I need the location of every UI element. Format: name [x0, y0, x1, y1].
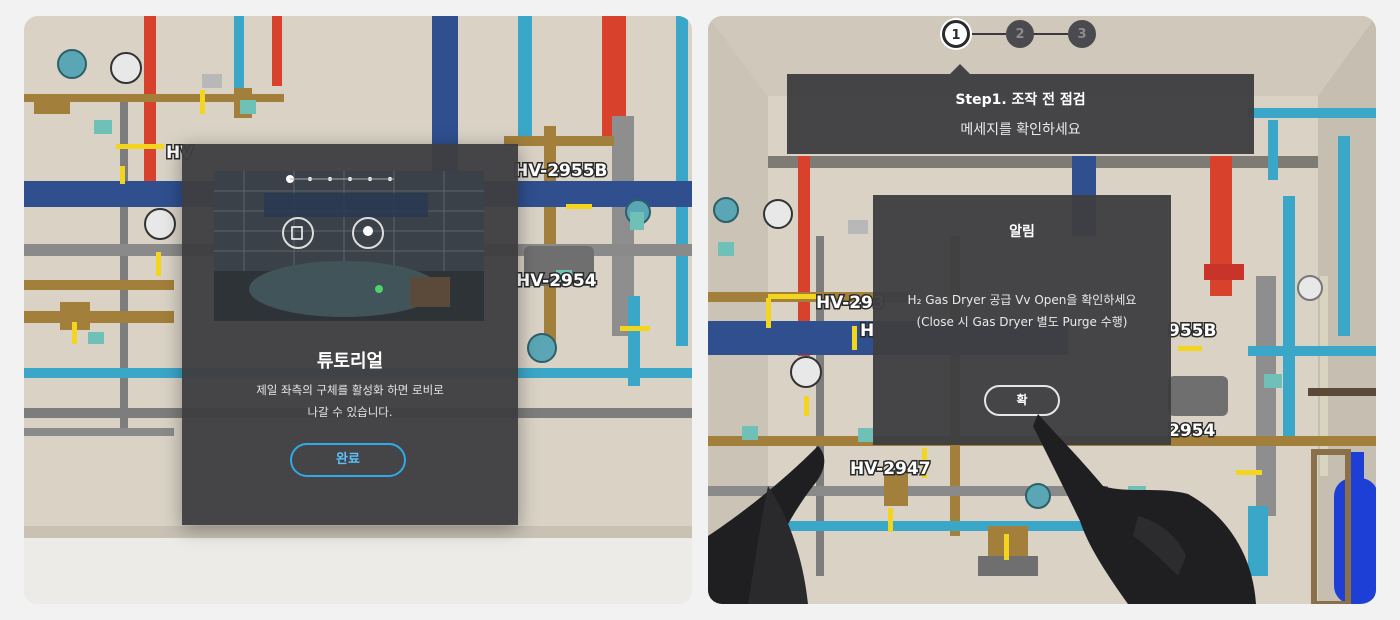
step-3-dot: 3: [1068, 20, 1096, 48]
tutorial-description: 제일 좌측의 구체를 활성화 하면 로비로 나갈 수 있습니다.: [242, 379, 458, 423]
vr-viewport-tutorial: HV-2955B HV-2954 HV 튜토리얼 제일 좌측의 구체를 활성화 …: [24, 16, 692, 604]
notice-title: 알림: [1009, 224, 1035, 240]
step-connector: [970, 33, 1006, 35]
step-banner-pointer: [950, 64, 970, 74]
valve-label-hv-2954: HV-2954: [516, 271, 597, 291]
tutorial-title: 튜토리얼: [316, 351, 384, 372]
done-button[interactable]: 완료: [290, 443, 406, 477]
tutorial-description-line1: 제일 좌측의 구체를 활성화 하면 로비로: [256, 383, 444, 397]
step-banner: Step1. 조작 전 점검 메세지를 확인하세요: [787, 74, 1254, 154]
step-message: 메세지를 확인하세요: [960, 122, 1081, 138]
valve-label-2954: 2954: [1168, 421, 1215, 441]
step-connector: [1032, 33, 1068, 35]
valve-label-955b: 955B: [1168, 321, 1216, 341]
notice-dialog: 알림 H₂ Gas Dryer 공급 Vv Open을 확인하세요 (Close…: [873, 195, 1171, 445]
step-indicator: 1 2 3: [942, 18, 1102, 54]
notice-message-line2: (Close 시 Gas Dryer 별도 Purge 수행): [916, 315, 1128, 329]
step-1-dot: 1: [942, 20, 970, 48]
valve-label-hv-2955b: HV-2955B: [514, 161, 607, 181]
confirm-button[interactable]: 확: [984, 385, 1060, 416]
tutorial-dialog: 튜토리얼 제일 좌측의 구체를 활성화 하면 로비로 나갈 수 있습니다. 완료: [182, 144, 518, 525]
vr-viewport-step: HV-293 HV-2947 2954 955B H 1 2 3 Step1. …: [708, 16, 1376, 604]
notice-message-line1: H₂ Gas Dryer 공급 Vv Open을 확인하세요: [907, 293, 1137, 307]
step-2-dot: 2: [1006, 20, 1034, 48]
step-title: Step1. 조작 전 점검: [955, 92, 1086, 108]
tutorial-description-line2: 나갈 수 있습니다.: [307, 405, 393, 419]
tutorial-preview-image: [214, 171, 484, 321]
valve-label-hv-2947: HV-2947: [850, 459, 931, 479]
